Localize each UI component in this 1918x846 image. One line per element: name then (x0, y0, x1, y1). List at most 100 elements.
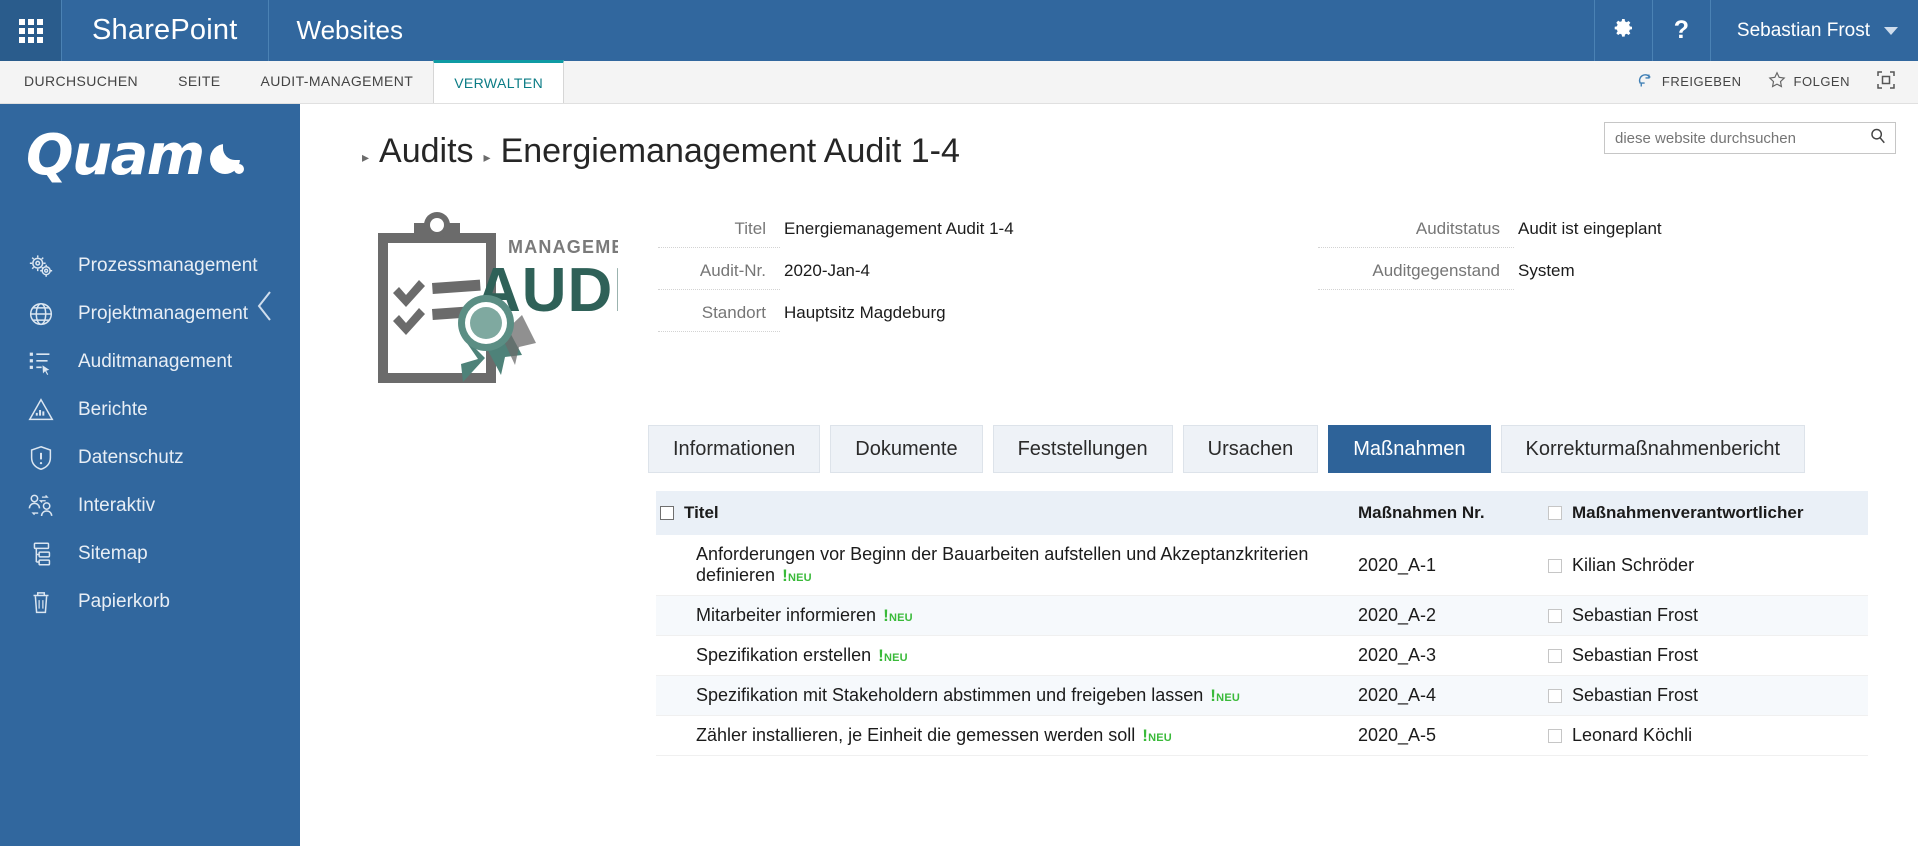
sidebar-label: Projektmanagement (78, 303, 249, 324)
content-tab-strip: Informationen Dokumente Feststellungen U… (300, 395, 1918, 473)
search-button[interactable] (1861, 127, 1895, 150)
help-button[interactable]: ? (1651, 0, 1710, 61)
suite-bar-right: ? Sebastian Frost (1593, 0, 1918, 61)
table-row[interactable]: Mitarbeiter informieren !NEU 2020_A-2 Seb… (656, 595, 1868, 636)
column-label: Titel (684, 503, 719, 522)
metadata-columns: Titel Energiemanagement Audit 1-4 Audit-… (616, 205, 1918, 395)
ribbon-tab-seite[interactable]: SEITE (158, 60, 240, 103)
star-icon (1768, 71, 1786, 92)
presence-indicator-icon (1548, 558, 1562, 573)
sidebar-label: Auditmanagement (78, 351, 233, 372)
metadata-label: Auditstatus (1318, 219, 1514, 248)
cell-responsible[interactable]: Sebastian Frost (1548, 675, 1868, 716)
badge-text: NEU (1148, 732, 1172, 744)
question-icon: ? (1673, 16, 1690, 44)
table-row[interactable]: Spezifikation erstellen !NEU 2020_A-3 Seb… (656, 635, 1868, 676)
column-header-titel[interactable]: Titel (656, 491, 1358, 535)
share-label: FREIGEBEN (1661, 74, 1742, 89)
sidebar-item-papierkorb[interactable]: Papierkorb (0, 578, 300, 626)
neu-badge: !NEU (1142, 726, 1172, 745)
cell-number: 2020_A-1 (1358, 535, 1548, 596)
share-button[interactable]: FREIGEBEN (1637, 72, 1742, 92)
cell-responsible[interactable]: Sebastian Frost (1548, 635, 1868, 676)
table-row[interactable]: Anforderungen vor Beginn der Bauarbeiten… (656, 535, 1868, 596)
neu-badge: !NEU (1210, 686, 1240, 705)
sidebar-item-datenschutz[interactable]: Datenschutz (0, 434, 300, 482)
responsible-name[interactable]: Leonard Köchli (1572, 725, 1692, 745)
sidebar-item-interaktiv[interactable]: Interaktiv (0, 482, 300, 530)
settings-button[interactable] (1593, 0, 1652, 61)
table-row[interactable]: Spezifikation mit Stakeholdern abstimmen… (656, 675, 1868, 716)
metadata-row-titel: Titel Energiemanagement Audit 1-4 (658, 219, 1278, 261)
user-menu[interactable]: Sebastian Frost (1709, 0, 1918, 61)
row-title-link[interactable]: Zähler installieren, je Einheit die geme… (696, 725, 1135, 745)
row-title-link[interactable]: Spezifikation erstellen (696, 645, 871, 665)
ribbon-tab-verwalten[interactable]: VERWALTEN (433, 60, 565, 103)
sidebar-item-auditmanagement[interactable]: Auditmanagement (0, 338, 300, 386)
list-cursor-icon (24, 345, 58, 379)
metadata-row-audit-nr: Audit-Nr. 2020-Jan-4 (658, 261, 1278, 303)
cell-title[interactable]: Mitarbeiter informieren !NEU (656, 595, 1358, 636)
sidebar-collapse-button[interactable] (252, 286, 278, 326)
badge-text: NEU (888, 612, 913, 624)
tab-korrekturmassnahmenbericht[interactable]: Korrekturmaßnahmenbericht (1500, 425, 1806, 473)
tab-dokumente[interactable]: Dokumente (830, 425, 983, 473)
cell-number: 2020_A-2 (1358, 595, 1548, 636)
app-launcher-button[interactable] (0, 0, 61, 61)
cell-title[interactable]: Spezifikation erstellen !NEU (656, 635, 1358, 676)
quam-logo[interactable]: Quam (0, 104, 300, 212)
breadcrumb-parent-link[interactable]: Audits (379, 132, 474, 171)
cell-title[interactable]: Anforderungen vor Beginn der Bauarbeiten… (656, 535, 1358, 596)
site-name-link[interactable]: Websites (267, 0, 431, 61)
tab-feststellungen[interactable]: Feststellungen (992, 425, 1173, 473)
sidebar-label: Berichte (78, 399, 148, 420)
people-exchange-icon (24, 489, 58, 523)
neu-badge: !NEU (782, 566, 812, 585)
cell-title[interactable]: Spezifikation mit Stakeholdern abstimmen… (656, 675, 1358, 716)
suite-bar: SharePoint Websites ? Sebastian Frost (0, 0, 1918, 61)
sitemap-icon (24, 537, 58, 571)
audit-logo-image: MANAGEMENT AUDIT (346, 205, 669, 395)
follow-button[interactable]: FOLGEN (1768, 71, 1850, 92)
search-input[interactable] (1605, 129, 1861, 147)
column-label: Maßnahmenverantwortlicher (1572, 503, 1804, 522)
cell-title[interactable]: Zähler installieren, je Einheit die geme… (656, 715, 1358, 756)
responsible-name[interactable]: Sebastian Frost (1572, 645, 1698, 665)
metadata-value: 2020-Jan-4 (784, 261, 871, 280)
sidebar-item-berichte[interactable]: Berichte (0, 386, 300, 434)
column-header-verantwortlicher[interactable]: Maßnahmenverantwortlicher (1548, 491, 1868, 535)
table-row[interactable]: Zähler installieren, je Einheit die geme… (656, 715, 1868, 756)
responsible-column-checkbox-icon (1548, 506, 1562, 520)
shield-alert-icon (24, 441, 58, 475)
tab-massnahmen[interactable]: Maßnahmen (1328, 425, 1491, 473)
responsible-name[interactable]: Sebastian Frost (1572, 685, 1698, 705)
ribbon-tab-durchsuchen[interactable]: DURCHSUCHEN (0, 60, 158, 103)
metadata-value: System (1518, 261, 1575, 280)
cell-responsible[interactable]: Kilian Schröder (1548, 535, 1868, 596)
cell-responsible[interactable]: Sebastian Frost (1548, 595, 1868, 636)
site-search[interactable] (1604, 122, 1896, 154)
ribbon-actions: FREIGEBEN FOLGEN (1637, 60, 1918, 103)
massnahmen-table: Titel Maßnahmen Nr. Maßnahmenverantwortl… (656, 491, 1868, 756)
focus-on-content-button[interactable] (1876, 70, 1896, 93)
chevron-left-icon (252, 291, 278, 330)
sidebar-item-prozessmanagement[interactable]: Prozessmanagement (0, 242, 300, 290)
sharepoint-brand-link[interactable]: SharePoint (61, 0, 268, 61)
search-icon (1869, 127, 1887, 150)
cell-responsible[interactable]: Leonard Köchli (1548, 715, 1868, 756)
select-all-checkbox[interactable] (660, 506, 674, 520)
tab-informationen[interactable]: Informationen (648, 425, 821, 473)
column-header-massnahmen-nr[interactable]: Maßnahmen Nr. (1358, 491, 1548, 535)
presence-indicator-icon (1548, 649, 1562, 663)
row-title-link[interactable]: Spezifikation mit Stakeholdern abstimmen… (696, 685, 1203, 705)
responsible-name[interactable]: Kilian Schröder (1572, 555, 1694, 575)
table-header: Titel Maßnahmen Nr. Maßnahmenverantwortl… (656, 491, 1868, 535)
tab-ursachen[interactable]: Ursachen (1182, 425, 1319, 473)
responsible-name[interactable]: Sebastian Frost (1572, 605, 1698, 625)
ribbon-tab-audit-management[interactable]: AUDIT-MANAGEMENT (241, 60, 434, 103)
sidebar-item-sitemap[interactable]: Sitemap (0, 530, 300, 578)
metadata-value: Audit ist eingeplant (1518, 219, 1662, 238)
row-title-link[interactable]: Mitarbeiter informieren (696, 605, 876, 625)
quam-logo-text: Quam (26, 123, 205, 188)
trash-icon (24, 585, 58, 619)
